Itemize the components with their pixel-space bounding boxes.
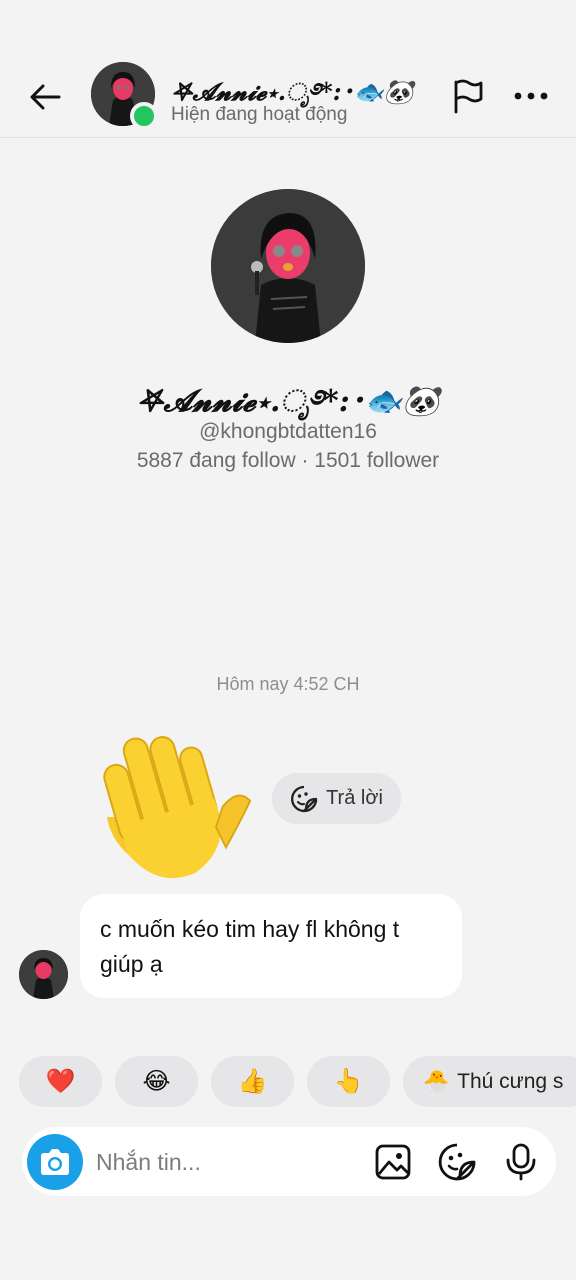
profile-follow-stats: 5887 đang follow · 1501 follower — [136, 449, 440, 472]
more-options-button[interactable] — [508, 74, 554, 118]
quick-reaction-thumbs-up[interactable]: 👍 — [211, 1056, 294, 1107]
sticker-smile-icon — [291, 785, 318, 812]
reply-label: Trả lời — [326, 787, 383, 809]
flag-icon — [454, 79, 483, 114]
back-arrow-icon — [30, 84, 61, 110]
image-gallery-icon — [375, 1144, 411, 1180]
online-status-dot — [130, 102, 158, 130]
waving-hand-sticker[interactable] — [82, 712, 254, 884]
reply-button[interactable]: Trả lời — [272, 773, 401, 824]
profile-handle: @khongbtdatten16 — [199, 420, 377, 443]
quick-reaction-laugh[interactable]: 😂 — [115, 1056, 198, 1107]
sticker-icon — [438, 1143, 476, 1181]
camera-icon — [41, 1149, 69, 1175]
message-input[interactable] — [96, 1141, 346, 1183]
header-activity-status: Hiện đang hoạt động — [171, 104, 348, 125]
quick-virtual-pet-button[interactable]: 🐣 Thú cưng s — [403, 1056, 576, 1107]
sender-avatar[interactable] — [19, 950, 68, 999]
quick-reaction-heart[interactable]: ❤️ — [19, 1056, 102, 1107]
virtual-pet-label: Thú cưng s — [457, 1069, 564, 1093]
more-dots-icon — [514, 92, 548, 100]
back-button[interactable] — [22, 74, 68, 120]
voice-message-button[interactable] — [500, 1141, 542, 1183]
quick-reply-row: ❤️ 😂 👍 👆 🐣 Thú cưng s — [19, 1056, 576, 1107]
quick-reaction-point-up[interactable]: 👆 — [307, 1056, 390, 1107]
chat-header: 𖤐𝓐𝓷𝓷𝓲𝓮⋆.ೃ࿔*:･🐟🐼 Hiện đang hoạt động — [0, 56, 576, 138]
profile-avatar[interactable] — [211, 189, 365, 343]
report-flag-button[interactable] — [446, 74, 490, 118]
gallery-button[interactable] — [372, 1141, 414, 1183]
microphone-icon — [506, 1143, 536, 1181]
camera-button[interactable] — [27, 1134, 83, 1190]
received-message-bubble[interactable]: c muốn kéo tim hay fl không t giúp ạ — [80, 894, 462, 998]
message-composer — [22, 1127, 556, 1196]
hatching-chick-icon: 🐣 — [423, 1069, 450, 1093]
sticker-button[interactable] — [436, 1141, 478, 1183]
message-timestamp: Hôm nay 4:52 CH — [216, 674, 360, 694]
